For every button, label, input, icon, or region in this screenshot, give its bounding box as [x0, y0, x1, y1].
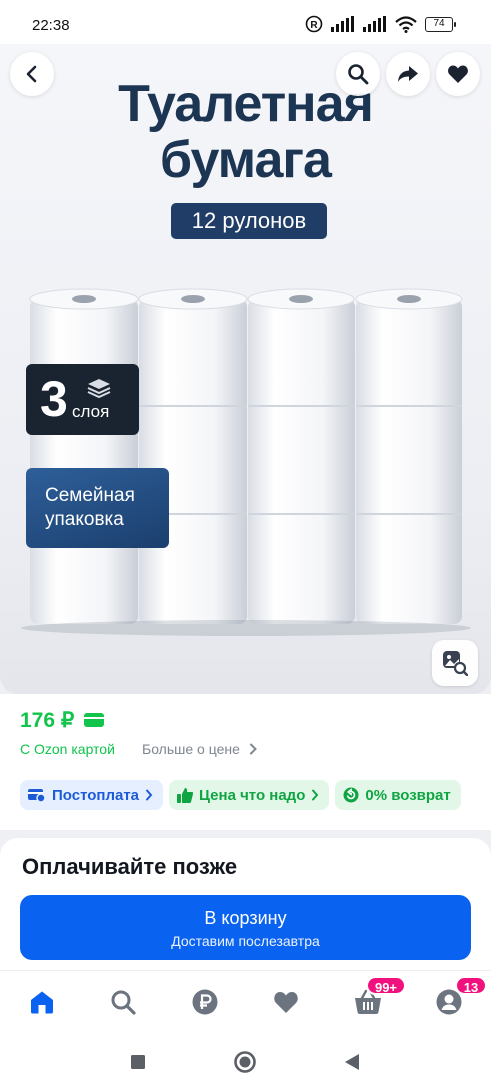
price-details-link[interactable]: Больше о цене: [142, 741, 258, 757]
share-button[interactable]: [386, 52, 430, 96]
family-pack-badge: Семейная упаковка: [26, 468, 169, 548]
chip-postpay[interactable]: Постоплата: [20, 780, 164, 810]
favorite-button[interactable]: [436, 52, 480, 96]
nav-favorites[interactable]: [271, 987, 301, 1017]
profile-count-badge: 13: [455, 976, 487, 995]
ply-word: слоя: [72, 402, 110, 421]
back-button[interactable]: [10, 52, 54, 96]
signal-icon: [363, 16, 386, 32]
add-to-cart-label: В корзину: [204, 908, 287, 928]
layers-icon: [87, 379, 111, 398]
recent-apps-button[interactable]: [126, 1050, 150, 1074]
signal-icon: [331, 16, 354, 32]
svg-text:R: R: [310, 20, 318, 31]
rolls-column-2: [138, 288, 248, 624]
nav-home[interactable]: [27, 987, 57, 1017]
battery-indicator: 74: [425, 16, 456, 32]
return-icon: [343, 787, 359, 803]
heart-icon: [274, 992, 298, 1013]
heart-icon: [448, 65, 468, 83]
card-icon: [84, 713, 104, 727]
ply-badge: 3 слоя: [26, 364, 139, 435]
back-system-button[interactable]: [340, 1050, 364, 1074]
features-chips: Постоплата Цена что надо 0% возврат: [20, 780, 461, 810]
square-icon: [131, 1055, 145, 1069]
bottom-navigation: 99+ 13: [0, 970, 491, 1032]
headline-line-2: бумага: [160, 131, 332, 189]
image-search-button[interactable]: [432, 640, 478, 686]
chip-postpay-label: Постоплата: [52, 786, 140, 804]
price-section: 176 ₽ С Ozon картой Больше о цене Постоп…: [0, 694, 491, 830]
chevron-right-icon: [312, 789, 319, 801]
share-icon: [398, 66, 418, 82]
pay-later-title: Оплачивайте позже: [22, 854, 238, 879]
cart-count-badge: 99+: [366, 976, 406, 995]
ruble-icon: [192, 989, 218, 1015]
search-button[interactable]: [336, 52, 380, 96]
chevron-right-icon: [249, 743, 257, 755]
system-navigation: [0, 1032, 491, 1090]
delivery-estimate: Доставим послезавтра: [171, 933, 320, 949]
chip-zero-return[interactable]: 0% возврат: [335, 780, 461, 810]
nav-finance[interactable]: [190, 987, 220, 1017]
rolls-column-4: [355, 288, 463, 624]
rolls-column-1: [29, 288, 139, 624]
product-image[interactable]: Туалетная бумага 12 рулонов 3 слоя Семей…: [0, 44, 491, 694]
status-icons: R 74: [305, 15, 456, 33]
image-search-icon: [443, 651, 468, 676]
nav-search[interactable]: [108, 987, 138, 1017]
chip-good-price-label: Цена что надо: [199, 786, 306, 804]
rolls-count-label: 12 рулонов: [171, 203, 327, 239]
status-time: 22:38: [32, 17, 70, 34]
home-system-button[interactable]: [233, 1050, 257, 1074]
chip-zero-return-label: 0% возврат: [365, 786, 451, 804]
add-to-cart-button[interactable]: В корзину Доставим послезавтра: [20, 895, 471, 960]
price-details-label: Больше о цене: [142, 741, 240, 757]
search-icon: [348, 64, 369, 85]
screen: 22:38 R 74 Туалетная бумага 12 рулонов 3…: [0, 0, 491, 1090]
registered-icon: R: [305, 15, 323, 33]
ozon-card-label: С Ozon картой: [20, 741, 115, 757]
wifi-icon: [395, 15, 417, 33]
card-clock-icon: [28, 789, 46, 803]
thumbs-up-icon: [177, 788, 194, 803]
chip-good-price[interactable]: Цена что надо: [169, 780, 330, 810]
chevron-right-icon: [146, 789, 153, 801]
triangle-back-icon: [345, 1054, 359, 1070]
arrow-left-icon: [26, 65, 37, 83]
price-value: 176 ₽: [20, 709, 75, 732]
search-icon: [111, 990, 136, 1015]
status-bar: 22:38 R 74: [0, 0, 491, 44]
home-icon: [31, 991, 53, 1014]
family-pack-line-2: упаковка: [45, 509, 124, 530]
pay-later-section: Оплачивайте позже В корзину Доставим пос…: [0, 838, 491, 970]
rolls-column-3: [247, 288, 355, 624]
family-pack-line-1: Семейная: [45, 485, 135, 506]
ply-number: 3: [40, 371, 68, 427]
circle-icon: [234, 1051, 256, 1073]
